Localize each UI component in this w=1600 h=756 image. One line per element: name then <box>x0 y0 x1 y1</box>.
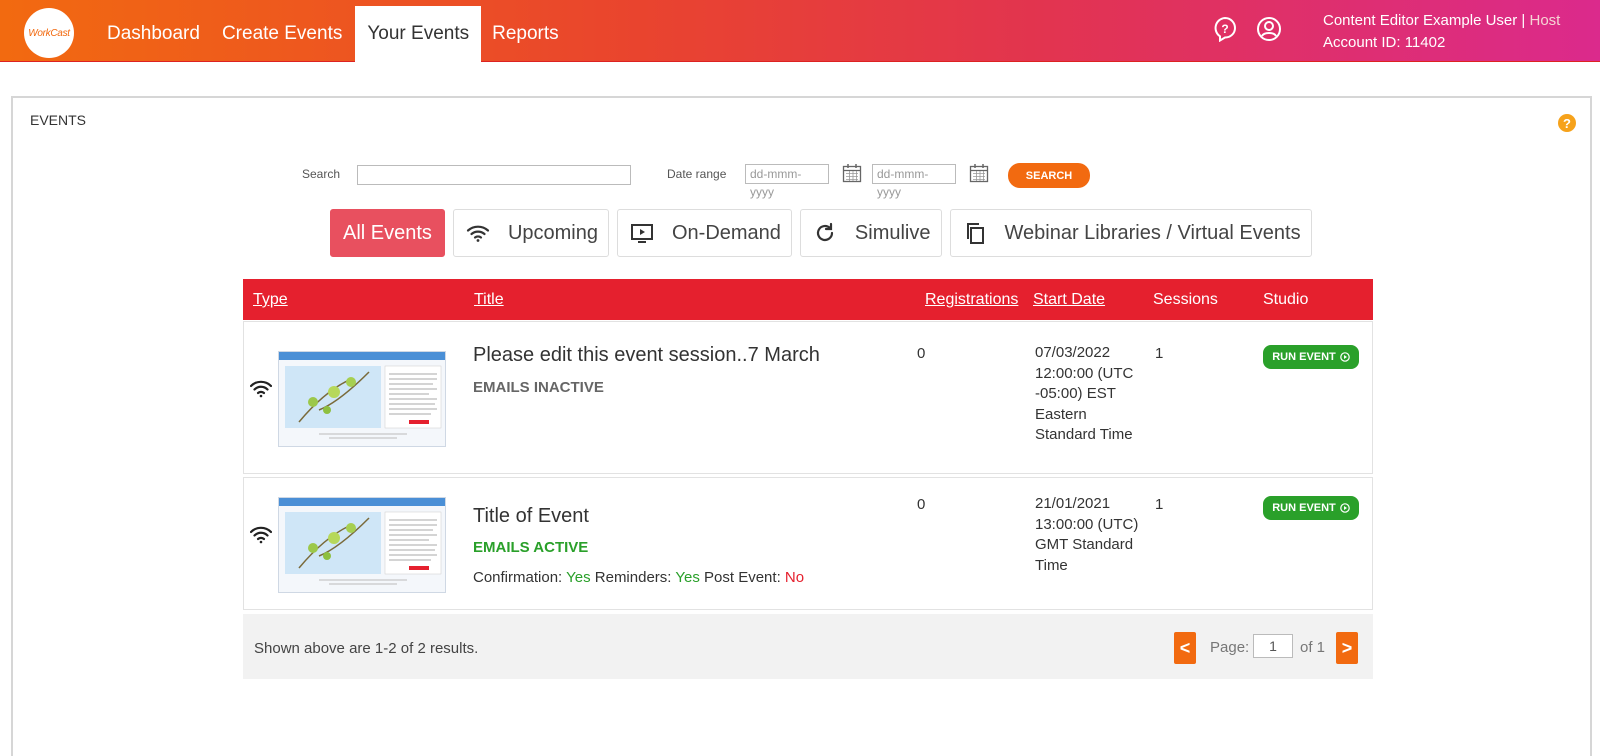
header-studio: Studio <box>1263 291 1309 308</box>
top-navigation-bar: WorkCast Dashboard Create Events Your Ev… <box>0 0 1600 62</box>
filter-label: Upcoming <box>507 221 598 244</box>
run-event-label: RUN EVENT <box>1272 502 1336 514</box>
run-event-button[interactable]: RUN EVENT <box>1263 345 1359 369</box>
run-event-label: RUN EVENT <box>1272 351 1336 363</box>
date-from-input[interactable]: dd-mmm-yyyy <box>745 164 829 199</box>
nav-dashboard[interactable]: Dashboard <box>96 6 211 62</box>
play-circle-icon <box>1339 503 1350 513</box>
event-title[interactable]: Please edit this event session..7 March <box>473 344 820 367</box>
email-settings: Confirmation: Yes Reminders: Yes Post Ev… <box>473 569 804 586</box>
filter-webinar-libraries[interactable]: Webinar Libraries / Virtual Events <box>949 209 1312 257</box>
header-type[interactable]: Type <box>253 291 288 309</box>
live-event-type-icon <box>250 526 272 544</box>
calendar-to-icon[interactable] <box>969 163 989 183</box>
emails-status: EMAILS INACTIVE <box>473 379 604 396</box>
panel-help-icon[interactable]: ? <box>1558 114 1576 132</box>
header-sessions: Sessions <box>1153 291 1218 308</box>
user-account-icon[interactable] <box>1256 16 1282 42</box>
main-nav: Dashboard Create Events Your Events Repo… <box>96 6 570 62</box>
refresh-icon <box>816 222 834 242</box>
filter-simulive[interactable]: Simulive <box>799 209 942 257</box>
event-thumbnail[interactable] <box>278 351 446 447</box>
live-event-type-icon <box>250 380 272 398</box>
filter-label: All Events <box>343 221 432 244</box>
user-info: Content Editor Example User | Host Accou… <box>1323 10 1560 54</box>
header-title[interactable]: Title <box>474 291 504 309</box>
header-registrations[interactable]: Registrations <box>925 291 1018 309</box>
confirmation-label: Confirmation: <box>473 569 563 586</box>
event-thumbnail[interactable] <box>278 497 446 593</box>
reminders-value: Yes <box>675 569 700 586</box>
start-date: 21/01/2021 13:00:00 (UTC) GMT Standard T… <box>1035 495 1139 574</box>
event-filter-tabs: All Events Upcoming On-Demand Simulive W… <box>330 209 1312 257</box>
filter-on-demand[interactable]: On-Demand <box>616 209 792 257</box>
events-table-header: Type Title Registrations Start Date Sess… <box>243 279 1373 320</box>
workcast-logo[interactable]: WorkCast <box>24 8 74 58</box>
confirmation-value: Yes <box>566 569 591 586</box>
results-summary: Shown above are 1-2 of 2 results. <box>254 640 479 657</box>
date-to-input[interactable]: dd-mmm-yyyy <box>872 164 956 199</box>
post-event-value: No <box>784 569 805 586</box>
sessions-count: 1 <box>1155 496 1164 513</box>
calendar-from-icon[interactable] <box>842 163 862 183</box>
search-button[interactable]: SEARCH <box>1008 163 1090 188</box>
play-circle-icon <box>1339 352 1350 362</box>
search-label: Search <box>302 167 341 181</box>
logo-text: WorkCast <box>28 27 70 39</box>
registrations-count: 0 <box>917 496 926 513</box>
page-number-input[interactable]: 1 <box>1253 634 1293 658</box>
play-screen-icon <box>630 224 653 243</box>
wifi-icon <box>466 225 490 242</box>
account-id: Account ID: 11402 <box>1323 34 1446 51</box>
filter-label: Simulive <box>854 221 931 244</box>
next-page-button[interactable]: > <box>1336 632 1358 664</box>
nav-your-events[interactable]: Your Events <box>355 6 482 62</box>
table-row: Title of Event EMAILS ACTIVE Confirmatio… <box>243 477 1373 610</box>
filter-all-events[interactable]: All Events <box>330 209 445 257</box>
nav-reports[interactable]: Reports <box>481 6 570 62</box>
table-row: Please edit this event session..7 March … <box>243 321 1373 474</box>
filter-label: Webinar Libraries / Virtual Events <box>1004 221 1301 244</box>
filter-label: On-Demand <box>671 221 781 244</box>
page-label: Page: <box>1210 639 1250 656</box>
panel-title: EVENTS <box>30 112 87 128</box>
svg-text:?: ? <box>1221 22 1228 36</box>
copy-icon <box>966 223 984 244</box>
help-icon[interactable]: ? <box>1212 16 1238 42</box>
filter-upcoming[interactable]: Upcoming <box>452 209 609 257</box>
date-range-label: Date range <box>667 167 727 181</box>
emails-status: EMAILS ACTIVE <box>473 539 589 556</box>
registrations-count: 0 <box>917 345 926 362</box>
user-role: Host <box>1529 12 1561 29</box>
run-event-button[interactable]: RUN EVENT <box>1263 496 1359 520</box>
table-footer: Shown above are 1-2 of 2 results. < Page… <box>243 614 1373 679</box>
post-event-label: Post Event: <box>704 569 781 586</box>
nav-create-events[interactable]: Create Events <box>211 6 353 62</box>
start-date: 07/03/2022 12:00:00 (UTC -05:00) EST Eas… <box>1035 344 1134 443</box>
header-start-date[interactable]: Start Date <box>1033 291 1105 309</box>
user-name: Content Editor Example User | <box>1323 12 1526 29</box>
reminders-label: Reminders: <box>594 569 672 586</box>
event-title[interactable]: Title of Event <box>473 505 589 528</box>
prev-page-button[interactable]: < <box>1174 632 1196 664</box>
page-total: of 1 <box>1300 639 1326 656</box>
sessions-count: 1 <box>1155 345 1164 362</box>
search-input[interactable] <box>357 165 631 185</box>
